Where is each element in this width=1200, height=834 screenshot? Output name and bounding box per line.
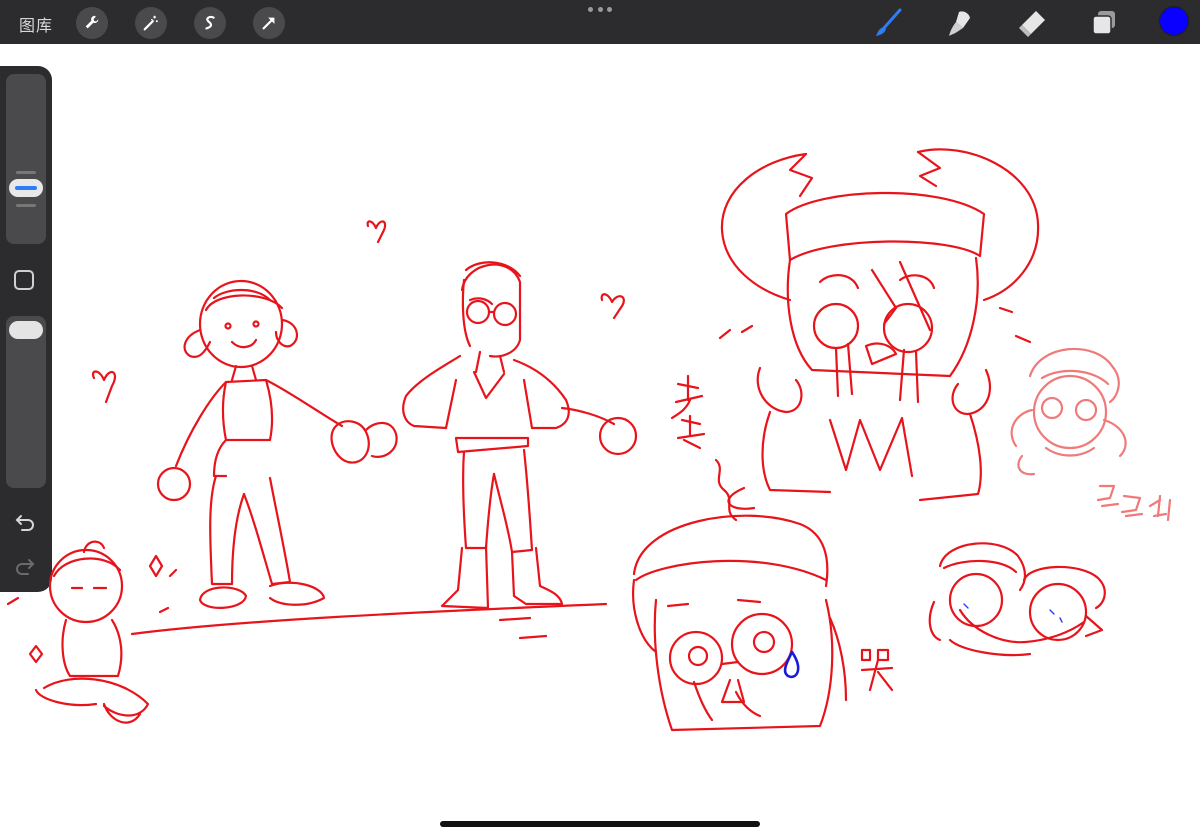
transform-button[interactable] xyxy=(253,7,285,39)
selection-button[interactable] xyxy=(194,7,226,39)
front-crying-chibi xyxy=(632,486,848,732)
top-toolbar: 图库 xyxy=(0,0,1200,44)
adjustments-button[interactable] xyxy=(135,7,167,39)
hugging-chibis xyxy=(928,542,1106,657)
laopo-handwriting xyxy=(670,374,738,522)
gallery-button[interactable]: 图库 xyxy=(19,12,53,36)
selection-icon xyxy=(205,15,215,30)
pink-chibi-figure xyxy=(1010,347,1168,518)
magic-wand-icon xyxy=(143,15,158,31)
smudge-icon xyxy=(949,11,970,36)
wrench-icon xyxy=(85,15,99,29)
more-options-handle[interactable] xyxy=(588,4,612,14)
character-capped-figure xyxy=(156,279,344,609)
transform-arrow-icon xyxy=(262,17,275,30)
home-indicator[interactable] xyxy=(440,821,760,827)
ground-lines xyxy=(130,602,608,640)
color-picker-button[interactable] xyxy=(1160,7,1188,35)
drawing-canvas[interactable] xyxy=(0,44,1200,834)
layers-button[interactable] xyxy=(1089,8,1119,38)
actions-wrench-button[interactable] xyxy=(76,7,108,39)
teardrop-blue xyxy=(783,650,800,679)
holding-hands xyxy=(330,420,398,464)
layers-icon xyxy=(1092,11,1115,35)
character-glasses-figure xyxy=(402,261,638,610)
eraser-tool-button[interactable] xyxy=(1017,8,1047,38)
heart-doodles xyxy=(91,220,625,404)
brush-tool-button[interactable] xyxy=(873,8,903,38)
crying-horned-character xyxy=(718,148,1040,502)
brush-icon xyxy=(876,8,902,36)
eraser-icon xyxy=(1019,11,1045,37)
smudge-tool-button[interactable] xyxy=(945,8,975,38)
ji-handwriting xyxy=(1096,484,1172,522)
hug-blue-tears xyxy=(963,603,1063,623)
ku-handwriting xyxy=(860,648,894,692)
